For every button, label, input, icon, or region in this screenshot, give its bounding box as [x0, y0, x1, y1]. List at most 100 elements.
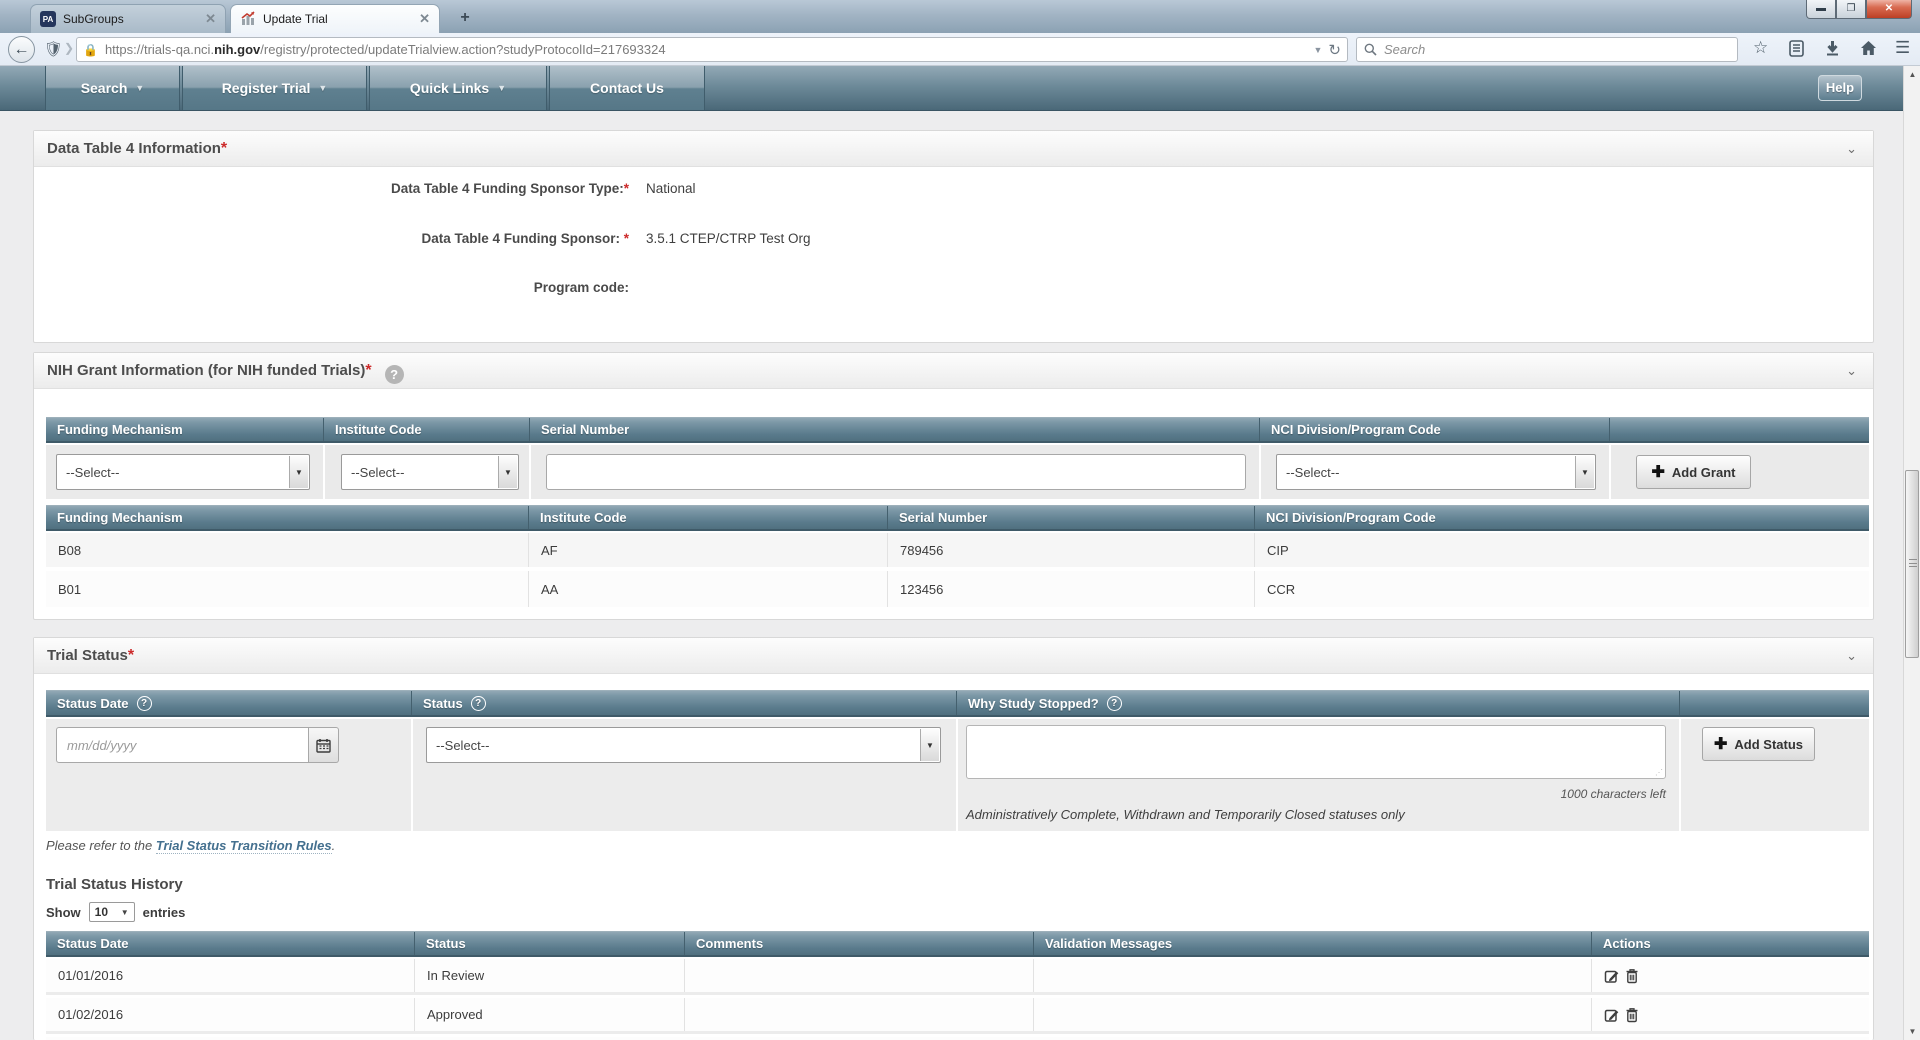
field-row: Data Table 4 Funding Sponsor: * 3.5.1 CT…	[34, 231, 1873, 251]
column-header: Institute Code	[528, 506, 887, 529]
cell-status-date: 01/01/2016	[58, 968, 124, 983]
field-value: 3.5.1 CTEP/CTRP Test Org	[646, 231, 811, 246]
search-placeholder: Search	[1384, 42, 1426, 57]
field-label: Data Table 4 Funding Sponsor: *	[421, 231, 629, 246]
trial-status-header[interactable]: Trial Status * ⌄	[34, 638, 1873, 674]
nav-search[interactable]: Search ▼	[45, 66, 180, 110]
nci-division-select[interactable]: --Select-- ▼	[1276, 454, 1596, 490]
nih-grant-header[interactable]: NIH Grant Information (for NIH funded Tr…	[34, 353, 1873, 389]
tab-close-icon[interactable]: ✕	[205, 11, 216, 27]
serial-number-input[interactable]	[546, 454, 1246, 490]
calendar-icon	[316, 738, 331, 753]
data-table4-header[interactable]: Data Table 4 Information * ⌄	[34, 131, 1873, 167]
cell-serial-number: 789456	[887, 533, 1254, 567]
downloads-icon[interactable]	[1825, 40, 1840, 61]
transition-rules-link[interactable]: Trial Status Transition Rules	[155, 838, 332, 854]
scroll-up-icon[interactable]: ▲	[1905, 67, 1920, 82]
window-restore-button[interactable]: ❐	[1836, 0, 1866, 19]
column-header: Actions	[1591, 932, 1869, 955]
window-close-button[interactable]: ✕	[1866, 0, 1912, 19]
cell-funding-mechanism: B01	[58, 581, 82, 597]
help-question-icon[interactable]: ?	[384, 365, 404, 384]
url-text[interactable]: https://trials-qa.nci.nih.gov/registry/p…	[105, 42, 1308, 57]
status-date-input[interactable]: mm/dd/yyyy	[56, 727, 309, 763]
help-button[interactable]: Help	[1818, 75, 1862, 101]
tab-close-icon[interactable]: ✕	[419, 11, 430, 27]
status-select[interactable]: --Select-- ▼	[426, 727, 941, 763]
menu-hamburger-icon[interactable]: ☰	[1895, 38, 1910, 58]
column-header: Status Date	[57, 936, 129, 951]
reading-list-icon[interactable]	[1789, 40, 1804, 62]
select-arrow-icon: ▼	[289, 456, 308, 488]
entries-count-select[interactable]: 10 ▼	[88, 902, 135, 922]
nav-label: Search	[80, 80, 128, 96]
help-question-icon[interactable]: ?	[1106, 695, 1122, 711]
scrollbar-thumb[interactable]	[1905, 470, 1919, 658]
browser-toolbar: ← 🛡 ❯ 🔒 https://trials-qa.nci.nih.gov/re…	[0, 33, 1920, 66]
select-arrow-icon: ▼	[498, 456, 517, 488]
browser-tab-subgroups[interactable]: PA SubGroups ✕	[30, 4, 226, 33]
back-button[interactable]: ←	[8, 36, 35, 63]
add-status-button[interactable]: ✚ Add Status	[1702, 727, 1815, 761]
delete-icon[interactable]	[1625, 968, 1639, 984]
column-header: Why Study Stopped??	[956, 691, 1679, 715]
cell-comments	[684, 998, 1033, 1031]
edit-icon[interactable]	[1604, 1007, 1620, 1023]
field-label: Program code:	[533, 280, 629, 295]
magnifier-icon	[1364, 43, 1377, 56]
pa-favicon-icon: PA	[40, 11, 56, 27]
funding-mechanism-select[interactable]: --Select-- ▼	[56, 454, 310, 490]
browser-search-box[interactable]: Search	[1356, 37, 1738, 62]
reload-icon[interactable]: ↻	[1328, 41, 1341, 59]
thumb-grip-icon	[1909, 559, 1917, 567]
column-header: NCI Division/Program Code	[1259, 418, 1609, 441]
status-form-header: Status Date? Status? Why Study Stopped??	[46, 690, 1869, 717]
show-entries-row: Show 10 ▼ entries	[46, 902, 185, 922]
page-scrollbar[interactable]: ▲ ▼	[1903, 66, 1920, 1040]
data-table4-panel: Data Table 4 Information * ⌄ Data Table 4…	[33, 130, 1874, 343]
new-tab-button[interactable]: +	[452, 8, 478, 28]
bookmark-star-icon[interactable]: ☆	[1753, 38, 1768, 58]
window-minimize-button[interactable]: ▬	[1806, 0, 1836, 19]
required-asterisk: *	[365, 361, 372, 379]
url-dropdown-icon[interactable]: ▼	[1314, 45, 1323, 55]
padlock-icon[interactable]: 🔒	[83, 43, 98, 57]
section-title: Trial Status	[47, 647, 128, 664]
caret-down-icon: ▼	[135, 83, 145, 93]
shield-icon[interactable]: 🛡	[44, 40, 63, 58]
why-stopped-textarea[interactable]: ⋰	[966, 725, 1666, 779]
collapse-chevron-icon[interactable]: ⌄	[1846, 141, 1857, 157]
institute-code-select[interactable]: --Select-- ▼	[341, 454, 519, 490]
status-form-body: mm/dd/yyyy --Select-- ▼ ⋰ 1000 character…	[46, 719, 1869, 831]
edit-icon[interactable]	[1604, 968, 1620, 984]
collapse-chevron-icon[interactable]: ⌄	[1846, 363, 1857, 379]
cell-nci-division: CCR	[1254, 571, 1869, 607]
resize-grip-icon[interactable]: ⋰	[1655, 768, 1663, 777]
calendar-button[interactable]	[309, 727, 339, 763]
nav-quick-links[interactable]: Quick Links ▼	[369, 66, 547, 110]
collapse-chevron-icon[interactable]: ⌄	[1846, 648, 1857, 664]
url-bar[interactable]: 🔒 https://trials-qa.nci.nih.gov/registry…	[76, 37, 1348, 62]
scroll-down-icon[interactable]: ▼	[1905, 1024, 1920, 1039]
add-grant-button[interactable]: ✚ Add Grant	[1636, 455, 1751, 489]
column-header-empty	[1609, 418, 1869, 441]
cell-nci-division: CIP	[1254, 533, 1869, 567]
nav-register-trial[interactable]: Register Trial ▼	[182, 66, 367, 110]
home-icon[interactable]	[1860, 40, 1877, 61]
trial-status-panel: Trial Status * ⌄ Status Date? Status? Why…	[33, 637, 1874, 1040]
app-navigation-bar: Search ▼ Register Trial ▼ Quick Links ▼ Con…	[0, 66, 1920, 111]
column-header: Institute Code	[323, 418, 529, 441]
cell-serial-number: 123456	[887, 571, 1254, 607]
help-question-icon[interactable]: ?	[136, 695, 152, 711]
column-header: Comments	[684, 932, 1033, 955]
column-header: Funding Mechanism	[57, 422, 183, 437]
show-label: Show	[46, 904, 81, 920]
browser-tab-update-trial[interactable]: Update Trial ✕	[230, 4, 440, 33]
column-header: Serial Number	[887, 506, 1254, 529]
chevron-right-icon: ❯	[64, 41, 75, 55]
required-asterisk: *	[127, 646, 135, 664]
nav-contact-us[interactable]: Contact Us	[549, 66, 705, 110]
help-question-icon[interactable]: ?	[470, 695, 486, 711]
plus-icon: ✚	[1713, 736, 1728, 753]
delete-icon[interactable]	[1625, 1007, 1639, 1023]
